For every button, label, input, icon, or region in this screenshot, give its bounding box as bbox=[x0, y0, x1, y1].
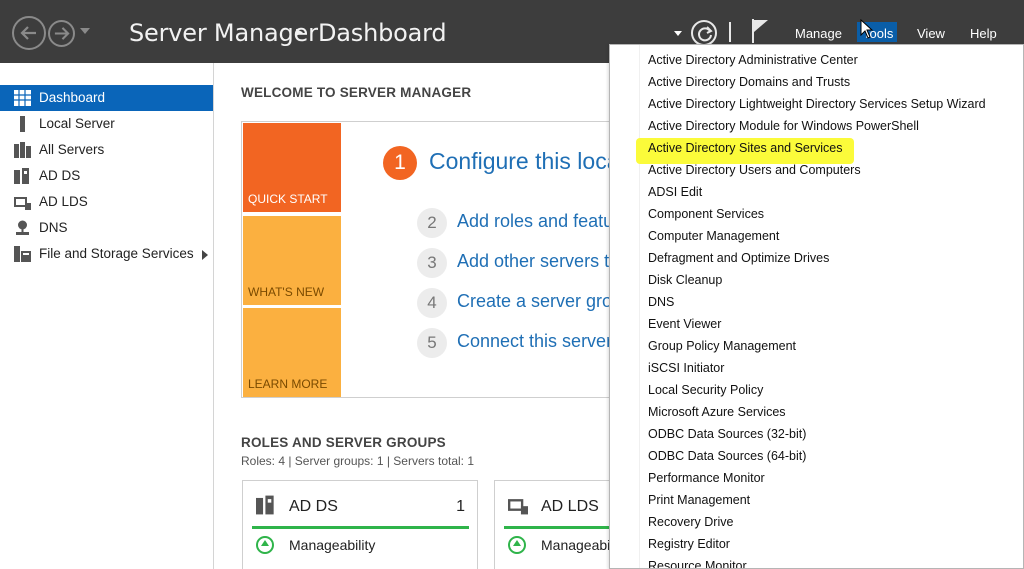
tile-label: WHAT'S NEW bbox=[248, 285, 325, 299]
dashboard-icon bbox=[14, 90, 31, 106]
local-server-icon bbox=[20, 116, 25, 132]
breadcrumb-page: Dashboard bbox=[318, 19, 447, 47]
toolbar-divider bbox=[729, 22, 731, 42]
step-link-add-servers[interactable]: Add other servers t bbox=[457, 251, 609, 272]
sidebar-item-all-servers[interactable]: All Servers bbox=[0, 137, 213, 163]
tools-menu-item-computer-management[interactable]: Computer Management bbox=[648, 225, 779, 247]
tools-menu-item-active-directory-sites-and-services[interactable]: Active Directory Sites and Services bbox=[648, 137, 843, 159]
tools-menu-item-disk-cleanup[interactable]: Disk Cleanup bbox=[648, 269, 722, 291]
role-name: AD LDS bbox=[541, 498, 599, 515]
tools-menu-item-active-directory-administrative-center[interactable]: Active Directory Administrative Center bbox=[648, 49, 858, 71]
role-status[interactable]: Manageabi bbox=[541, 537, 610, 553]
refresh-icon[interactable] bbox=[691, 20, 717, 46]
dns-icon bbox=[16, 220, 29, 235]
history-dropdown-icon[interactable] bbox=[80, 28, 90, 34]
sidebar-item-label: AD DS bbox=[39, 168, 81, 183]
tools-menu-item-local-security-policy[interactable]: Local Security Policy bbox=[648, 379, 763, 401]
tools-menu-item-microsoft-azure-services[interactable]: Microsoft Azure Services bbox=[648, 401, 786, 423]
sidebar-item-label: All Servers bbox=[39, 142, 105, 157]
help-menu[interactable]: Help bbox=[970, 26, 997, 41]
tools-menu-item-print-management[interactable]: Print Management bbox=[648, 489, 750, 511]
tile-label: QUICK START bbox=[248, 192, 328, 206]
menu-gutter bbox=[610, 45, 640, 568]
step-link-configure[interactable]: Configure this loca bbox=[429, 148, 620, 175]
tools-menu-item-adsi-edit[interactable]: ADSI Edit bbox=[648, 181, 702, 203]
roles-stats: Roles: 4 | Server groups: 1 | Servers to… bbox=[241, 454, 475, 468]
step-number: 2 bbox=[417, 208, 447, 238]
sidebar: Dashboard Local Server All Servers AD DS… bbox=[0, 63, 214, 569]
step-number: 4 bbox=[417, 288, 447, 318]
role-name: AD DS bbox=[289, 498, 338, 515]
role-status[interactable]: Manageability bbox=[289, 537, 375, 553]
ad-lds-icon bbox=[14, 197, 31, 210]
tools-menu-item-dns[interactable]: DNS bbox=[648, 291, 674, 313]
step-number: 3 bbox=[417, 248, 447, 278]
tools-menu-item-resource-monitor[interactable]: Resource Monitor bbox=[648, 555, 747, 568]
tools-menu-item-recovery-drive[interactable]: Recovery Drive bbox=[648, 511, 733, 533]
step-link-add-roles[interactable]: Add roles and featu bbox=[457, 211, 613, 232]
role-count: 1 bbox=[456, 498, 465, 515]
sidebar-item-ad-ds[interactable]: AD DS bbox=[0, 163, 213, 189]
arrow-left-icon bbox=[20, 26, 36, 40]
tools-menu-item-iscsi-initiator[interactable]: iSCSI Initiator bbox=[648, 357, 724, 379]
ad-lds-icon bbox=[508, 499, 528, 515]
tools-menu-item-defragment-and-optimize-drives[interactable]: Defragment and Optimize Drives bbox=[648, 247, 829, 269]
step-number: 1 bbox=[383, 146, 417, 180]
welcome-panel: QUICK START WHAT'S NEW LEARN MORE 1 Conf… bbox=[241, 121, 621, 398]
tile-learn-more[interactable]: LEARN MORE bbox=[243, 308, 341, 397]
role-status-bar bbox=[252, 526, 469, 529]
tools-menu-item-registry-editor[interactable]: Registry Editor bbox=[648, 533, 730, 555]
tools-menu-item-performance-monitor[interactable]: Performance Monitor bbox=[648, 467, 765, 489]
tools-dropdown-menu: Active Directory Administrative Center Ac… bbox=[609, 44, 1024, 569]
back-button[interactable] bbox=[12, 16, 46, 50]
welcome-title: WELCOME TO SERVER MANAGER bbox=[241, 85, 472, 100]
file-storage-icon bbox=[14, 246, 31, 262]
ad-ds-icon bbox=[256, 495, 274, 515]
notifications-flag-icon[interactable] bbox=[750, 18, 770, 44]
sidebar-item-label: Dashboard bbox=[39, 90, 106, 105]
chevron-right-icon[interactable] bbox=[202, 250, 208, 260]
tools-menu-item-odbc-data-sources-64-bit[interactable]: ODBC Data Sources (64-bit) bbox=[648, 445, 806, 467]
forward-button[interactable] bbox=[48, 20, 75, 47]
step-link-connect[interactable]: Connect this server bbox=[457, 331, 612, 352]
tile-label: LEARN MORE bbox=[248, 377, 328, 391]
tools-menu-item-event-viewer[interactable]: Event Viewer bbox=[648, 313, 721, 335]
sidebar-item-dns[interactable]: DNS bbox=[0, 215, 213, 241]
sidebar-item-file-storage[interactable]: File and Storage Services bbox=[0, 241, 213, 267]
mouse-cursor-icon bbox=[860, 19, 874, 39]
manage-menu[interactable]: Manage bbox=[795, 26, 842, 41]
tools-menu-item-active-directory-lightweight-directory-services-setup-wizard[interactable]: Active Directory Lightweight Directory S… bbox=[648, 93, 986, 115]
role-tile-ad-ds[interactable]: AD DS 1 Manageability bbox=[242, 480, 478, 569]
sidebar-item-label: Local Server bbox=[39, 116, 115, 131]
tools-menu-item-active-directory-domains-and-trusts[interactable]: Active Directory Domains and Trusts bbox=[648, 71, 850, 93]
step-link-create-group[interactable]: Create a server gro bbox=[457, 291, 612, 312]
sidebar-item-label: AD LDS bbox=[39, 194, 88, 209]
ad-ds-icon bbox=[14, 168, 29, 184]
tools-menu-item-component-services[interactable]: Component Services bbox=[648, 203, 764, 225]
breadcrumb-app: Server Manager bbox=[129, 19, 318, 47]
chevron-down-icon[interactable] bbox=[674, 31, 682, 36]
sidebar-item-label: File and Storage Services bbox=[39, 246, 194, 261]
step-number: 5 bbox=[417, 328, 447, 358]
status-ok-icon bbox=[508, 536, 526, 554]
sidebar-item-ad-lds[interactable]: AD LDS bbox=[0, 189, 213, 215]
tile-whats-new[interactable]: WHAT'S NEW bbox=[243, 216, 341, 305]
tools-menu-item-group-policy-management[interactable]: Group Policy Management bbox=[648, 335, 796, 357]
status-ok-icon bbox=[256, 536, 274, 554]
arrow-right-icon bbox=[54, 27, 70, 40]
tools-menu-item-odbc-data-sources-32-bit[interactable]: ODBC Data Sources (32-bit) bbox=[648, 423, 806, 445]
tools-menu-item-active-directory-module-for-windows-powershell[interactable]: Active Directory Module for Windows Powe… bbox=[648, 115, 919, 137]
view-menu[interactable]: View bbox=[917, 26, 945, 41]
all-servers-icon bbox=[14, 142, 31, 158]
sidebar-item-local-server[interactable]: Local Server bbox=[0, 111, 213, 137]
roles-title: ROLES AND SERVER GROUPS bbox=[241, 435, 446, 450]
tools-menu-item-active-directory-users-and-computers[interactable]: Active Directory Users and Computers bbox=[648, 159, 861, 181]
sidebar-item-label: DNS bbox=[39, 220, 68, 235]
breadcrumb-separator: ▸ bbox=[296, 24, 303, 40]
tile-quick-start[interactable]: QUICK START bbox=[243, 123, 341, 212]
sidebar-item-dashboard[interactable]: Dashboard bbox=[0, 85, 213, 111]
